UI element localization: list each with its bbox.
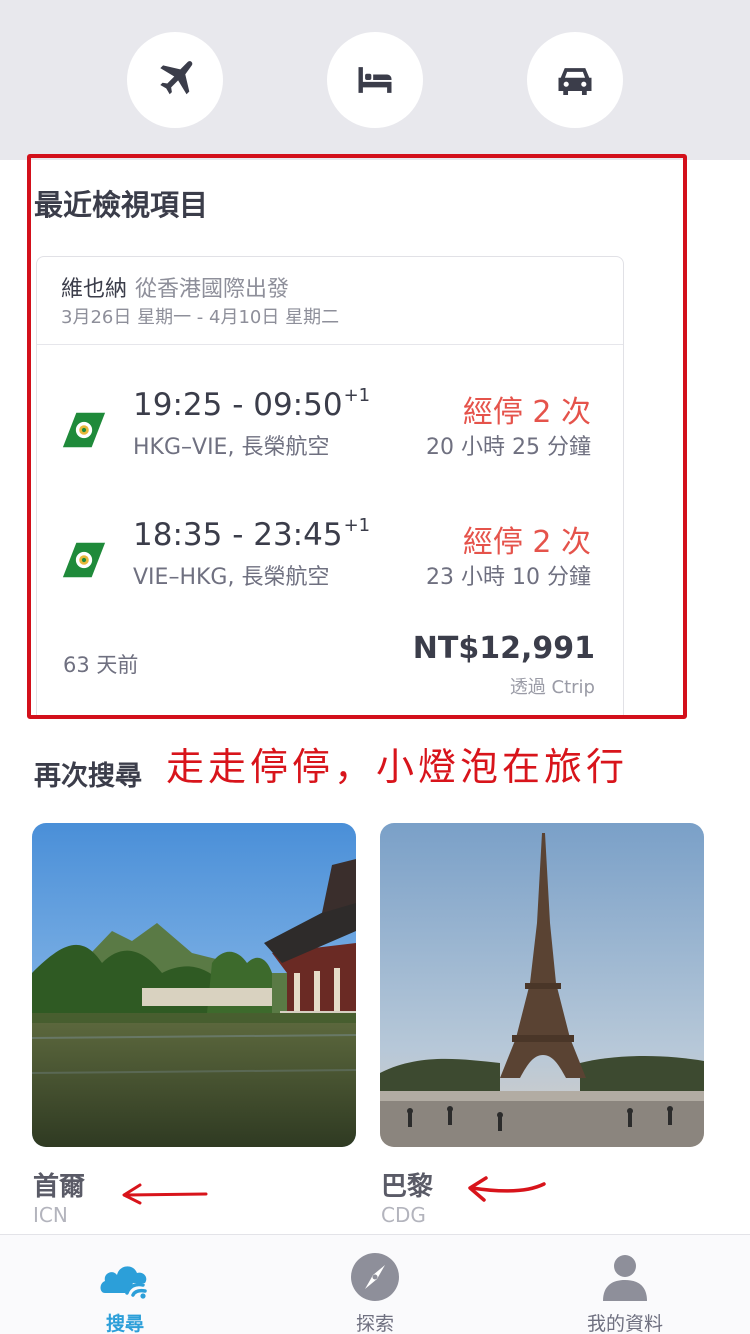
tab-explore[interactable]: 探索 [250, 1235, 500, 1334]
return-duration: 23 小時 10 分鐘 [426, 565, 591, 590]
day-offset: +1 [343, 385, 371, 406]
travel-dates: 3月26日 星期一 - 4月10日 星期二 [61, 307, 340, 328]
bottom-tab-bar: 搜尋 探索 我的資料 [0, 1234, 750, 1334]
outbound-times: 19:25 - 09:50+1 [133, 385, 371, 423]
eva-air-logo-icon [62, 542, 106, 578]
bed-icon [358, 67, 392, 93]
card-header: 維也納 從香港國際出發 3月26日 星期一 - 4月10日 星期二 [37, 257, 623, 345]
seoul-photo [32, 823, 356, 1147]
search-again-title: 再次搜尋 [34, 761, 142, 792]
eva-air-logo-icon [62, 412, 106, 448]
handwritten-annotation: 走走停停，小燈泡在旅行 [166, 745, 629, 789]
flights-button[interactable] [127, 32, 223, 128]
paris-city-name: 巴黎 [381, 1172, 434, 1202]
tab-profile[interactable]: 我的資料 [500, 1235, 750, 1334]
tab-explore-label: 探索 [355, 1313, 394, 1334]
destination-line: 維也納 從香港國際出發 [61, 271, 289, 303]
tab-search-label: 搜尋 [105, 1313, 144, 1334]
airplane-icon [160, 61, 193, 95]
hotels-button[interactable] [327, 32, 423, 128]
recent-flight-card[interactable]: 維也納 從香港國際出發 3月26日 星期一 - 4月10日 星期二 19:25 -… [36, 256, 624, 716]
outbound-duration: 20 小時 25 分鐘 [426, 435, 591, 460]
car-hire-button[interactable] [527, 32, 623, 128]
compass-icon [351, 1253, 399, 1301]
tab-search[interactable]: 搜尋 [0, 1235, 250, 1334]
recent-title: 最近檢視項目 [34, 188, 209, 222]
annotation-arrow-icon [122, 1183, 208, 1205]
return-leg: 18:35 - 23:45+1 VIE–HKG, 長榮航空 經停 2 次 23 … [37, 515, 623, 605]
day-offset: +1 [343, 515, 371, 536]
provider: 透過 Ctrip [509, 677, 595, 698]
price: NT$12,991 [412, 631, 595, 666]
car-icon [558, 68, 592, 96]
cloud-search-icon [100, 1266, 147, 1299]
return-route: VIE–HKG, 長榮航空 [133, 565, 330, 590]
outbound-stops: 經停 2 次 [462, 395, 591, 430]
origin-airport: 從香港國際出發 [135, 277, 290, 302]
seoul-city-name: 首爾 [33, 1172, 86, 1202]
outbound-leg: 19:25 - 09:50+1 HKG–VIE, 長榮航空 經停 2 次 20 … [37, 385, 623, 475]
return-times: 18:35 - 23:45+1 [133, 515, 371, 553]
paris-destination-card[interactable] [380, 823, 704, 1147]
seoul-airport-code: ICN [33, 1203, 68, 1227]
paris-photo [380, 823, 704, 1147]
tab-profile-label: 我的資料 [586, 1313, 663, 1334]
return-stops: 經停 2 次 [462, 525, 591, 560]
profile-icon [603, 1255, 647, 1301]
annotation-arrow-icon [468, 1176, 546, 1202]
destination-city: 維也納 [61, 277, 128, 302]
seoul-destination-card[interactable] [32, 823, 356, 1147]
category-strip [0, 0, 750, 160]
outbound-route: HKG–VIE, 長榮航空 [133, 435, 330, 460]
paris-airport-code: CDG [381, 1203, 426, 1227]
viewed-ago: 63 天前 [63, 653, 139, 677]
